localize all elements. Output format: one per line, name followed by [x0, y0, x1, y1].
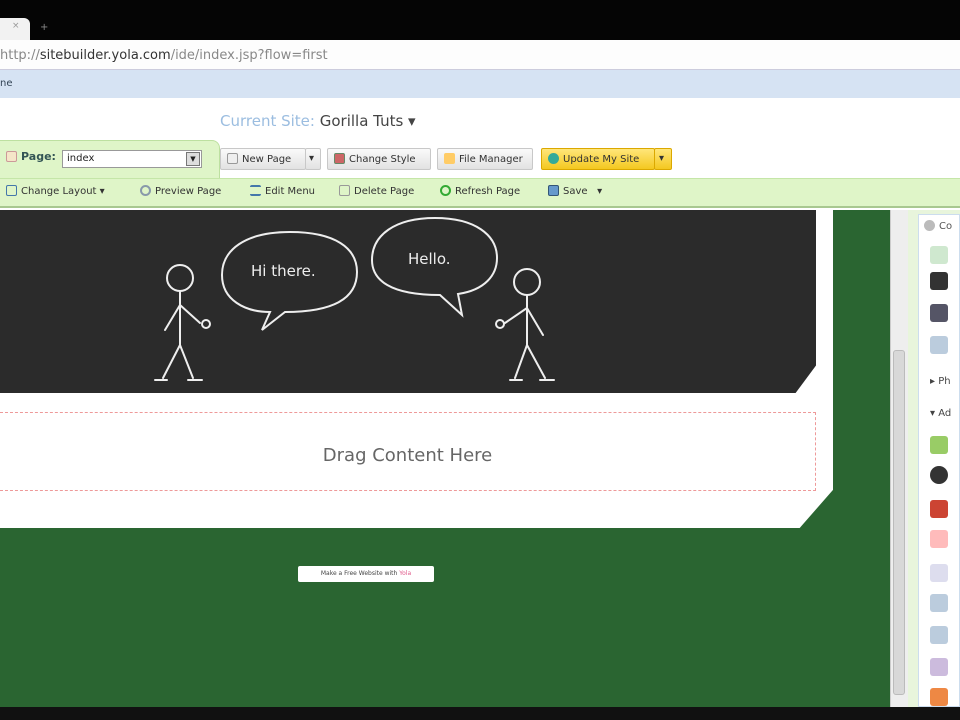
preview-page-button[interactable]: Preview Page: [140, 185, 221, 197]
style-icon: [334, 153, 345, 164]
save-button[interactable]: Save ▾: [548, 185, 602, 197]
browser-tab[interactable]: ×: [0, 18, 30, 40]
sidebar-section-add[interactable]: ▾ Ad: [930, 408, 951, 419]
widget-item[interactable]: [930, 336, 948, 354]
trash-icon: [339, 185, 350, 196]
widget-item[interactable]: [930, 272, 948, 290]
address-bar[interactable]: http://sitebuilder.yola.com/ide/index.js…: [0, 40, 960, 70]
browser-tab-bar: [0, 0, 960, 40]
file-manager-button[interactable]: File Manager: [437, 148, 533, 170]
current-site[interactable]: Current Site: Gorilla Tuts ▾: [220, 112, 416, 130]
refresh-icon: [440, 185, 451, 196]
floppy-icon: [548, 185, 559, 196]
edit-menu-button[interactable]: Edit Menu: [250, 185, 315, 197]
bookmark-item[interactable]: ne: [0, 78, 13, 89]
widget-item[interactable]: [930, 626, 948, 644]
menu-icon: [250, 185, 261, 196]
magnifier-icon: [140, 185, 151, 196]
new-page-button[interactable]: New Page: [220, 148, 306, 170]
url-prefix: http://: [0, 48, 40, 63]
url-path: /ide/index.jsp?flow=first: [170, 48, 328, 63]
globe-icon: [548, 153, 559, 164]
stick-figure-left: [154, 264, 211, 381]
stick-figure-right: [495, 268, 555, 381]
change-layout-button[interactable]: Change Layout ▾: [6, 185, 105, 197]
url-domain: sitebuilder.yola.com: [39, 48, 171, 63]
file-manager-icon: [444, 153, 455, 164]
bookmarks-bar: ne: [0, 70, 960, 98]
widget-item[interactable]: [930, 530, 948, 548]
bubble-left-text: Hi there.: [251, 262, 316, 280]
new-page-icon: [227, 153, 238, 164]
widget-item[interactable]: [930, 304, 948, 322]
widget-item[interactable]: [930, 466, 948, 484]
change-style-button[interactable]: Change Style: [327, 148, 431, 170]
widget-item[interactable]: [930, 564, 948, 582]
page-label: Page:: [6, 150, 56, 163]
widget-item[interactable]: [930, 688, 948, 706]
current-site-value[interactable]: Gorilla Tuts ▾: [320, 112, 416, 130]
page-icon: [6, 151, 17, 162]
widget-item[interactable]: [930, 246, 948, 264]
sidebar-section-photos[interactable]: ▸ Ph: [930, 376, 951, 387]
current-site-label: Current Site:: [220, 112, 315, 130]
tab-close-icon[interactable]: ×: [12, 21, 20, 31]
delete-page-button[interactable]: Delete Page: [339, 185, 414, 197]
widget-icon: [924, 220, 935, 231]
new-tab-button[interactable]: +: [40, 22, 48, 33]
sidebar-header[interactable]: Co: [924, 220, 952, 232]
select-arrow-icon[interactable]: ▼: [186, 152, 200, 166]
speech-bubble-left: [220, 230, 359, 331]
drag-content-zone[interactable]: Drag Content Here: [0, 412, 816, 491]
layout-icon: [6, 185, 17, 196]
new-page-dropdown[interactable]: ▾: [305, 148, 321, 170]
bubble-right-text: Hello.: [408, 250, 451, 268]
widget-item[interactable]: [930, 500, 948, 518]
page-select[interactable]: index ▼: [62, 150, 202, 168]
stick-figures-illustration: [154, 216, 555, 381]
scrollbar-thumb[interactable]: [893, 350, 905, 695]
update-site-dropdown[interactable]: ▾: [654, 148, 672, 170]
refresh-page-button[interactable]: Refresh Page: [440, 185, 520, 197]
yola-footer-badge[interactable]: Make a Free Website with Yola: [298, 566, 434, 582]
widget-item[interactable]: [930, 594, 948, 612]
update-my-site-button[interactable]: Update My Site: [541, 148, 655, 170]
header-banner: [0, 210, 816, 393]
bottom-bar: [0, 707, 960, 720]
widget-item[interactable]: [930, 436, 948, 454]
widget-item[interactable]: [930, 658, 948, 676]
